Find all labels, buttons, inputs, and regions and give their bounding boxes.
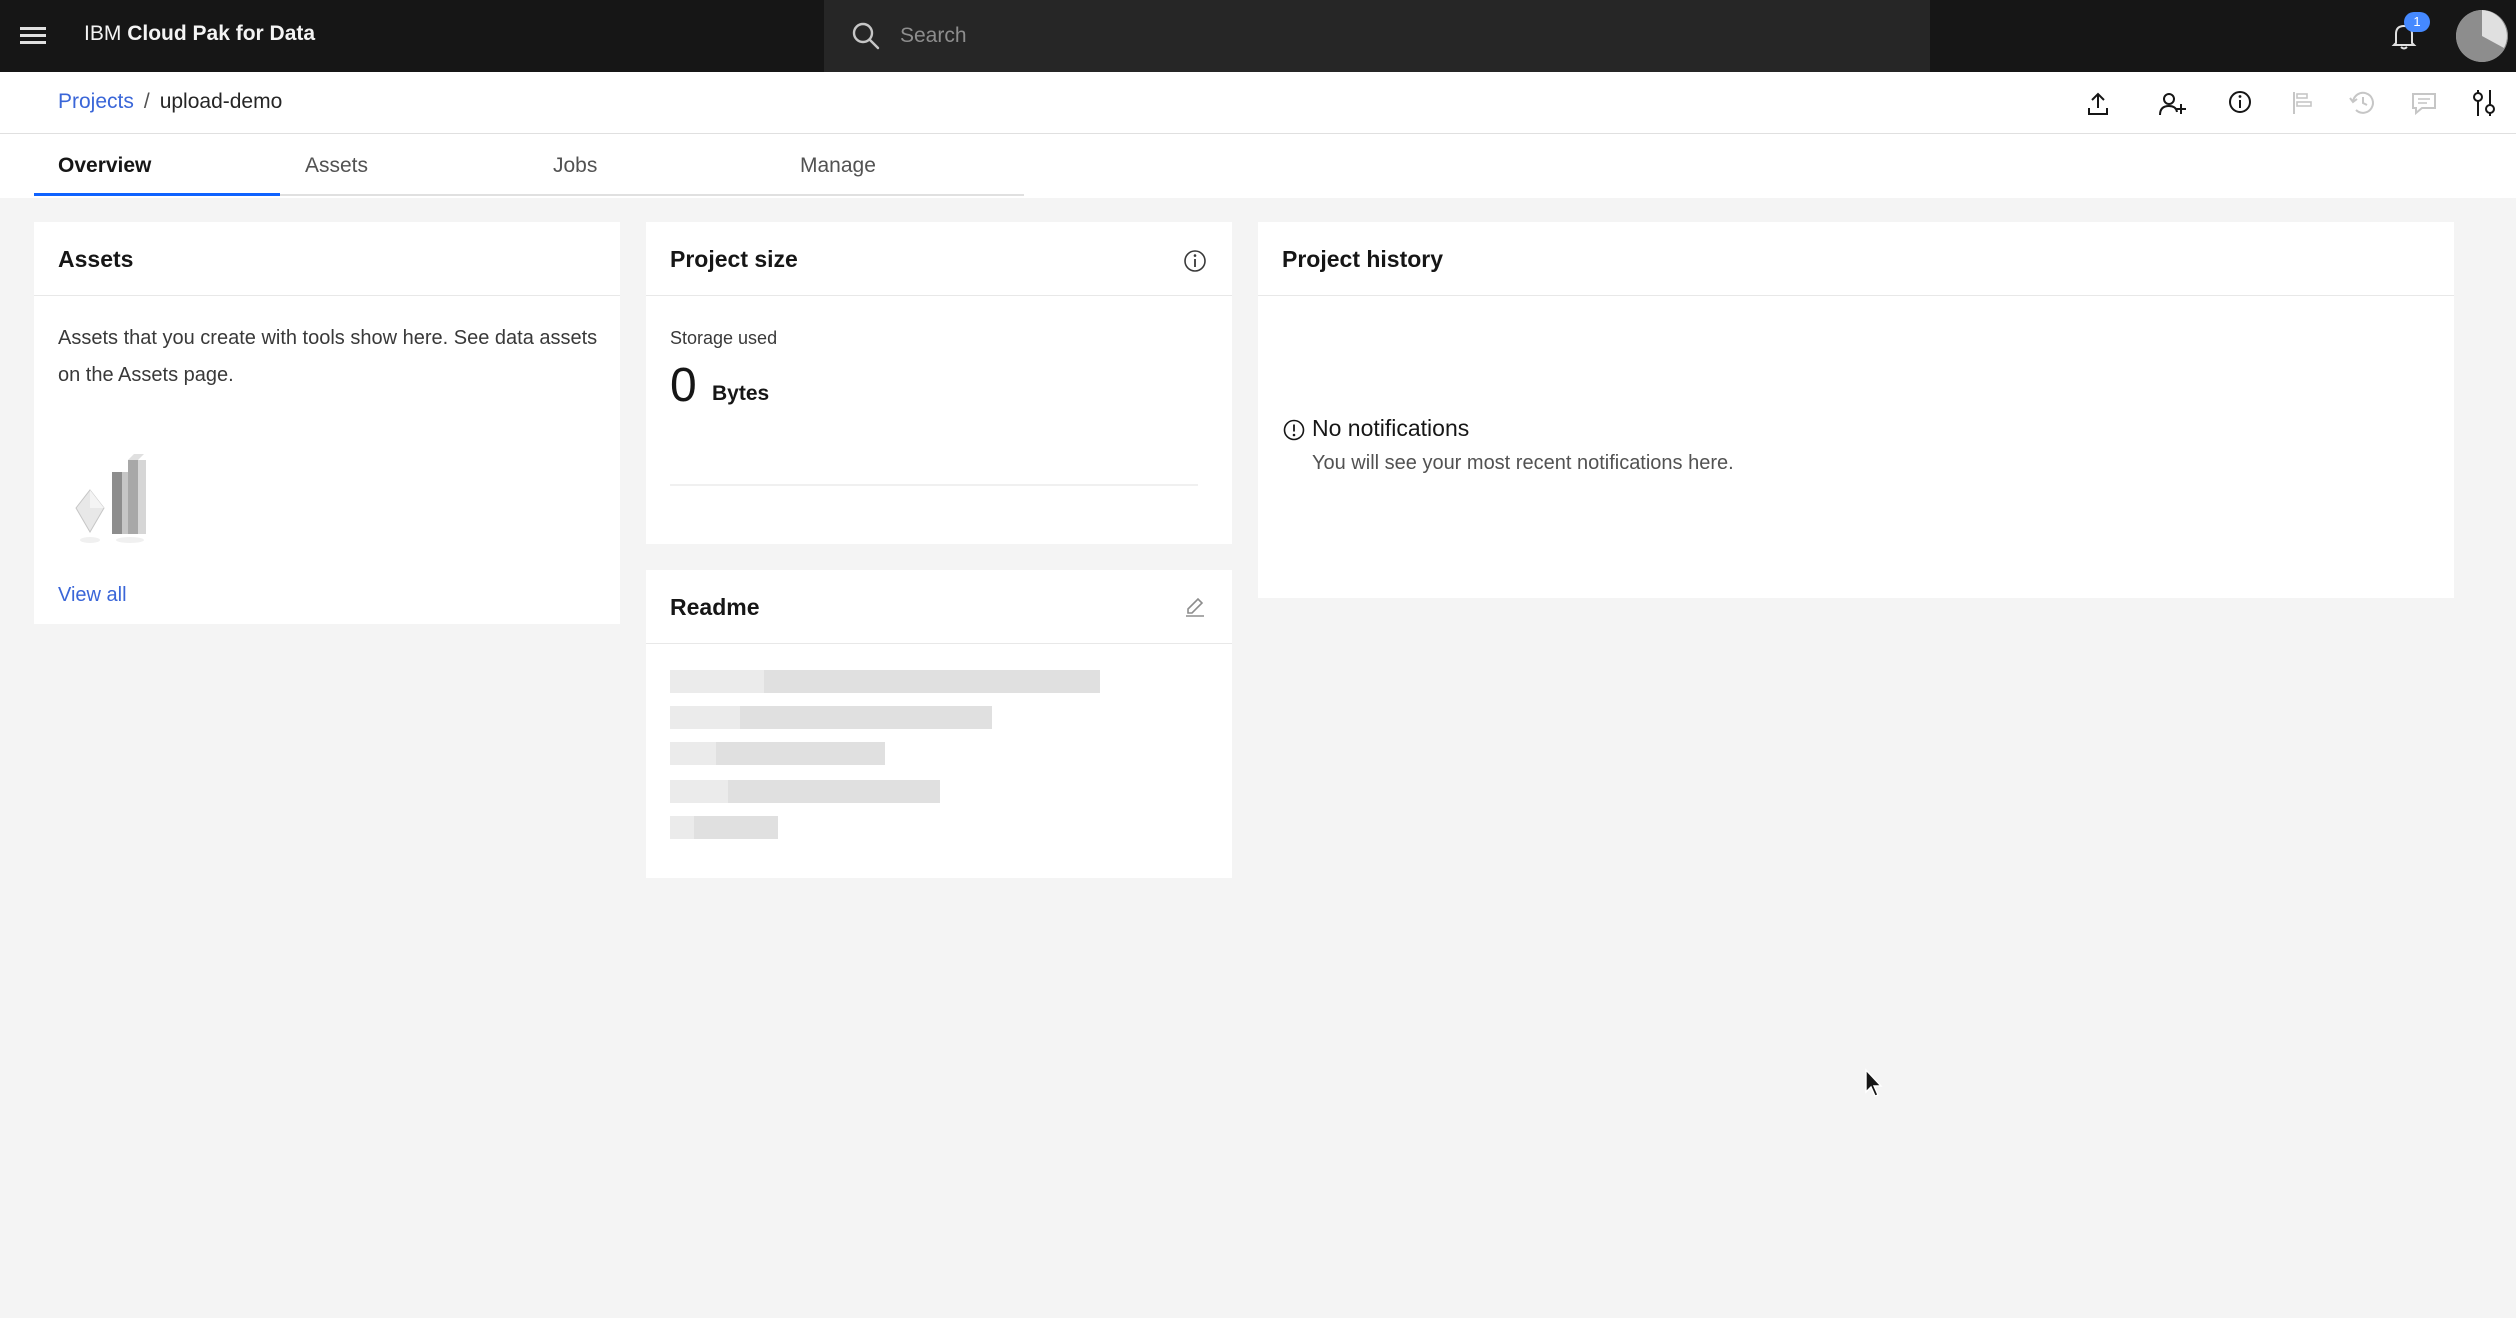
product-name[interactable]: IBM Cloud Pak for Data (84, 22, 315, 46)
breadcrumb: Projects / upload-demo (58, 90, 282, 114)
project-size-tile: Project size Storage used 0 Bytes (646, 222, 1232, 544)
avatar-pie-icon (2456, 10, 2508, 62)
settings-icon (2473, 90, 2495, 116)
add-collaborator-icon (2159, 93, 2186, 116)
readme-skeleton-line (670, 742, 885, 765)
storage-used-unit: Bytes (712, 382, 770, 405)
readme-tile: Readme (646, 570, 1232, 878)
project-size-tile-header: Project size (646, 222, 1232, 296)
no-notifications-title: No notifications (1312, 415, 1470, 441)
comment-icon (2412, 93, 2436, 116)
project-size-title: Project size (670, 246, 798, 272)
readme-skeleton-line (670, 670, 1100, 693)
tab-assets[interactable]: Assets (305, 134, 368, 198)
breadcrumb-current: upload-demo (159, 90, 283, 113)
project-history-title: Project history (1282, 246, 1444, 272)
assets-tile-title: Assets (58, 246, 134, 272)
storage-used-label: Storage used (670, 328, 778, 348)
comments-button[interactable] (2406, 86, 2442, 122)
project-header: Projects / upload-demo (0, 72, 2516, 134)
assets-tile-header: Assets (34, 222, 620, 296)
add-collaborator-button[interactable] (2154, 86, 2190, 122)
flow-button[interactable] (2284, 86, 2320, 122)
search-icon (852, 22, 880, 50)
assets-description: Assets that you create with tools show h… (58, 327, 598, 386)
active-tab-indicator (34, 193, 280, 196)
breadcrumb-projects-link[interactable]: Projects (58, 90, 134, 113)
assets-tile: Assets Assets that you create with tools… (34, 222, 620, 624)
project-size-info-icon[interactable] (1182, 248, 1208, 274)
project-history-tile-header: Project history (1258, 222, 2454, 296)
assets-illustration-icon (75, 454, 146, 543)
storage-used-value: 0 (670, 359, 697, 412)
user-avatar[interactable] (2456, 10, 2508, 62)
view-all-assets-link[interactable]: View all (58, 584, 127, 607)
mouse-cursor-icon (1865, 1068, 1883, 1097)
upload-button[interactable] (2080, 86, 2116, 122)
tab-overview[interactable]: Overview (58, 134, 151, 198)
history-button[interactable] (2344, 86, 2380, 122)
breadcrumb-separator: / (143, 90, 150, 113)
flow-icon (2293, 92, 2312, 114)
readme-title: Readme (670, 594, 760, 620)
edit-readme-icon[interactable] (1182, 594, 1208, 620)
global-search[interactable] (824, 0, 1930, 72)
search-input[interactable] (900, 14, 1880, 58)
brand-prefix: IBM (84, 22, 122, 45)
readme-skeleton-line (670, 816, 778, 839)
no-notifications-message: You will see your most recent notificati… (1312, 452, 1734, 474)
project-info-button[interactable] (2222, 86, 2258, 122)
info-icon (2229, 91, 2251, 113)
settings-button[interactable] (2466, 86, 2502, 122)
readme-skeleton-line (670, 780, 940, 803)
tab-manage[interactable]: Manage (800, 134, 876, 198)
menu-hamburger-icon[interactable] (18, 20, 50, 52)
storage-usage-bar (670, 484, 1198, 486)
project-history-tile: Project history No notifications You wil… (1258, 222, 2454, 598)
upload-icon (2088, 92, 2108, 115)
readme-tile-header: Readme (646, 570, 1232, 644)
notification-count-badge: 1 (2404, 12, 2430, 32)
brand-name: Cloud Pak for Data (127, 22, 316, 45)
tab-divider (280, 194, 1024, 196)
tab-jobs[interactable]: Jobs (553, 134, 597, 198)
empty-state-info-icon (1283, 419, 1305, 441)
global-header: IBM Cloud Pak for Data 1 (0, 0, 2516, 72)
project-tabs: Overview Assets Jobs Manage (0, 134, 2516, 198)
history-icon (2349, 91, 2374, 114)
readme-skeleton-line (670, 706, 992, 729)
